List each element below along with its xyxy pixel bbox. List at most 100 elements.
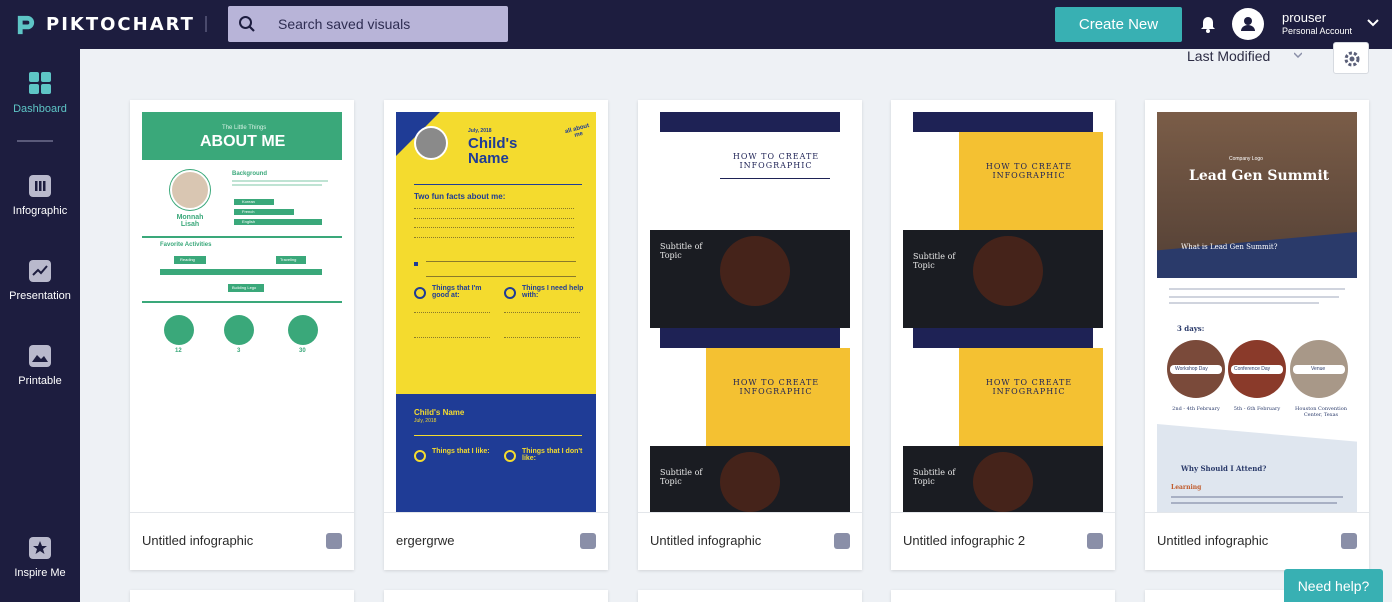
thumb-why: Why Should I Attend?: [1181, 464, 1267, 473]
card-title[interactable]: Untitled infographic: [650, 533, 761, 548]
logo[interactable]: PIKTOCHART: [14, 12, 195, 36]
search-icon: [239, 16, 255, 32]
design-card[interactable]: [891, 590, 1115, 602]
sidebar-item-label: Presentation: [9, 290, 71, 302]
chevron-down-icon[interactable]: [1294, 52, 1302, 58]
thumb-kicker: The Little Things: [222, 125, 267, 131]
thumb-heading: HOW TO CREATE INFOGRAPHIC: [985, 162, 1073, 180]
sidebar-item-printable[interactable]: Printable: [0, 345, 80, 387]
avatar[interactable]: [1232, 8, 1264, 40]
infographic-type-icon: [580, 533, 596, 549]
design-card[interactable]: [638, 590, 862, 602]
thumbnail-how-to-create-2[interactable]: HOW TO CREATE INFOGRAPHIC Subtitle of To…: [903, 112, 1103, 512]
bell-icon[interactable]: [1200, 16, 1216, 33]
thumb-heading: HOW TO CREATE INFOGRAPHIC: [732, 152, 820, 170]
sidebar-item-inspire[interactable]: Inspire Me: [0, 537, 80, 579]
thumb-company-logo: Company Logo: [1229, 156, 1263, 162]
thumb-day-value: 2nd - 4th February: [1172, 406, 1220, 412]
sidebar-item-infographic[interactable]: Infographic: [0, 175, 80, 217]
thumb-day-value: Houston Convention Center, Texas: [1295, 406, 1347, 418]
thumb-background-title: Background: [232, 171, 268, 177]
thumbnail-childs-name[interactable]: July, 2018 Child's Name all about me Two…: [396, 112, 596, 512]
header-divider: [205, 16, 207, 32]
card-footer: Untitled infographic: [1145, 512, 1369, 570]
sort-dropdown[interactable]: Last Modified: [1187, 48, 1270, 64]
card-footer: ergergrwe: [384, 512, 608, 570]
thumb-subtitle: Subtitle of Topic: [913, 252, 956, 270]
sidebar-item-label: Printable: [18, 375, 62, 387]
thumb-title: Child's Name: [468, 135, 518, 167]
need-help-button[interactable]: Need help?: [1284, 569, 1383, 602]
thumbnail-how-to-create[interactable]: HOW TO CREATE INFOGRAPHIC Subtitle of To…: [650, 112, 850, 512]
design-card[interactable]: Company Logo Lead Gen Summit What is Lea…: [1145, 100, 1369, 570]
thumb-activity: Building Lego: [232, 285, 257, 290]
thumb-day-label: Workshop Day: [1175, 366, 1208, 372]
card-title[interactable]: Untitled infographic: [1157, 533, 1268, 548]
infographic-type-icon: [1341, 533, 1357, 549]
thumb-subtitle: Subtitle of Topic: [660, 242, 703, 260]
infographic-type-icon: [834, 533, 850, 549]
infographic-type-icon: [326, 533, 342, 549]
thumb-bar-label: English: [242, 219, 256, 224]
thumb-heading: HOW TO CREATE INFOGRAPHIC: [732, 378, 820, 396]
thumb-bottom-title: Child's Name: [414, 408, 465, 417]
thumb-bar-label: Korean: [242, 199, 255, 204]
design-card[interactable]: The Little Things ABOUT ME Background Mo…: [130, 100, 354, 570]
create-new-button[interactable]: Create New: [1055, 7, 1182, 42]
settings-button[interactable]: [1333, 42, 1369, 74]
sidebar: Dashboard Infographic Presentation Print…: [0, 49, 80, 602]
card-title[interactable]: ergergrwe: [396, 533, 455, 548]
thumb-like: Things that I like:: [432, 448, 490, 455]
chevron-down-icon[interactable]: [1367, 18, 1379, 28]
thumb-heading: HOW TO CREATE INFOGRAPHIC: [985, 378, 1073, 396]
card-footer: Untitled infographic: [638, 512, 862, 570]
sidebar-item-label: Infographic: [12, 205, 68, 217]
design-card[interactable]: HOW TO CREATE INFOGRAPHIC Subtitle of To…: [891, 100, 1115, 570]
thumb-need-help: Things I need help with:: [522, 285, 584, 299]
user-icon: [1241, 17, 1255, 31]
user-name[interactable]: prouser: [1282, 10, 1326, 25]
thumb-subtitle: Subtitle of Topic: [660, 468, 703, 486]
sidebar-item-label: Dashboard: [13, 103, 67, 115]
thumbnail-lead-gen-summit[interactable]: Company Logo Lead Gen Summit What is Lea…: [1157, 112, 1357, 512]
design-card[interactable]: [384, 590, 608, 602]
card-footer: Untitled infographic 2: [891, 512, 1115, 570]
thumb-activity: Traveling: [280, 257, 297, 262]
thumb-activity: Reading: [180, 257, 195, 262]
line-chart-icon: [29, 260, 51, 282]
card-title[interactable]: Untitled infographic 2: [903, 533, 1025, 548]
card-footer: Untitled infographic: [130, 512, 354, 570]
card-title[interactable]: Untitled infographic: [142, 533, 253, 548]
top-bar: PIKTOCHART Create New prouser Personal A…: [0, 0, 1392, 49]
design-card[interactable]: July, 2018 Child's Name all about me Two…: [384, 100, 608, 570]
piktochart-logo-icon: [17, 15, 35, 34]
thumb-stat: 30: [299, 348, 306, 354]
thumb-stat: 3: [237, 348, 241, 354]
search-input[interactable]: [278, 16, 498, 32]
thumb-day-label: Conference Day: [1234, 366, 1271, 372]
thumbnail-about-me[interactable]: The Little Things ABOUT ME Background Mo…: [142, 112, 342, 512]
design-card[interactable]: HOW TO CREATE INFOGRAPHIC Subtitle of To…: [638, 100, 862, 570]
thumb-facts-title: Two fun facts about me:: [414, 192, 506, 201]
sidebar-item-dashboard[interactable]: Dashboard: [0, 71, 80, 115]
sidebar-item-presentation[interactable]: Presentation: [0, 260, 80, 302]
search-bar[interactable]: [228, 6, 508, 42]
thumb-what: What is Lead Gen Summit?: [1181, 243, 1278, 251]
thumb-title: Lead Gen Summit: [1189, 168, 1330, 184]
thumb-bottom-date: July, 2018: [414, 418, 437, 424]
gear-icon: [1344, 51, 1360, 67]
star-icon: [29, 537, 51, 559]
thumb-day-label: Venue: [1311, 366, 1326, 372]
thumb-learning: Learning: [1171, 484, 1202, 491]
thumb-day-value: 5th - 6th February: [1233, 406, 1281, 412]
account-type: Personal Account: [1282, 26, 1353, 36]
thumb-favorites-title: Favorite Activities: [160, 242, 212, 248]
sidebar-item-label: Inspire Me: [14, 567, 66, 579]
thumb-heading: ABOUT ME: [200, 133, 286, 150]
design-card[interactable]: [130, 590, 354, 602]
infographic-type-icon: [1087, 533, 1103, 549]
bar-chart-icon: [29, 175, 51, 197]
thumb-days: 3 days:: [1177, 324, 1205, 333]
image-icon: [29, 345, 51, 367]
thumb-dont-like: Things that I don't like:: [522, 448, 583, 462]
